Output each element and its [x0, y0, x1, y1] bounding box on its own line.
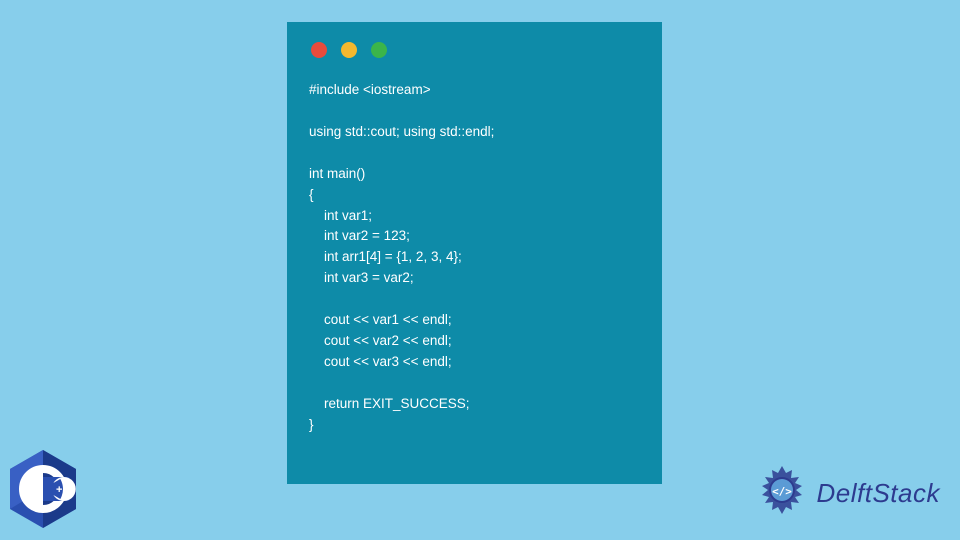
svg-text:</>: </> — [772, 485, 792, 498]
minimize-icon — [341, 42, 357, 58]
svg-text:+: + — [56, 484, 62, 496]
maximize-icon — [371, 42, 387, 58]
code-block: #include <iostream> using std::cout; usi… — [309, 80, 640, 436]
close-icon — [311, 42, 327, 58]
delftstack-logo: </> DelftStack — [753, 464, 941, 522]
code-window: #include <iostream> using std::cout; usi… — [287, 22, 662, 484]
svg-text:+: + — [64, 484, 70, 496]
window-traffic-lights — [309, 42, 640, 58]
cpp-language-badge: + + — [6, 448, 80, 530]
brand-name: DelftStack — [817, 478, 941, 509]
delftstack-icon: </> — [753, 464, 811, 522]
